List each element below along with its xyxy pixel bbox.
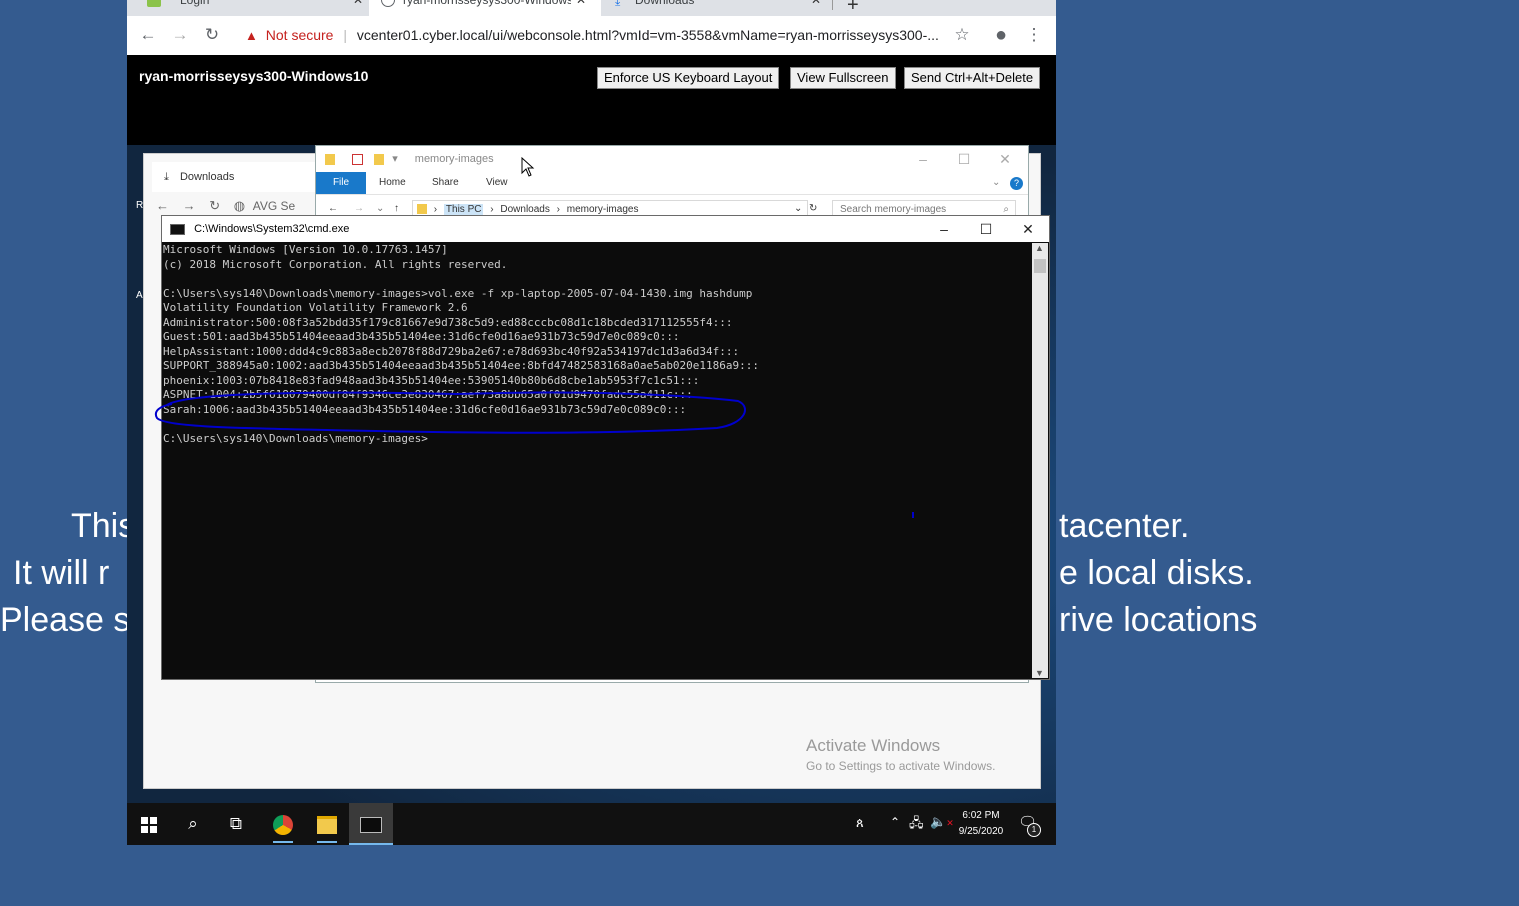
close-icon[interactable]: ✕ [353, 0, 363, 9]
cmd-icon[interactable] [349, 803, 393, 845]
windows-taskbar: ⌕ ⧉ ጰ ⌃ 🖧 🔈✕ 6:02 PM 9/25/2020 🗨 1 [127, 803, 1056, 845]
address-bar[interactable]: ▲ Not secure | vcenter01.cyber.local/ui/… [238, 22, 949, 49]
address-divider: | [343, 27, 347, 43]
file-explorer-icon[interactable] [305, 803, 349, 845]
console-header: ryan-morrisseysys300-Windows10 Enforce U… [127, 55, 1056, 145]
people-icon[interactable]: ጰ [856, 815, 864, 831]
close-icon[interactable]: ✕ [811, 0, 821, 9]
tab-login[interactable]: Login ✕ [135, 0, 375, 16]
reload-button[interactable]: ↻ [200, 23, 224, 47]
tab-separator [832, 0, 833, 10]
hand-drawn-circle-annotation [154, 391, 914, 518]
view-fullscreen-button[interactable]: View Fullscreen [790, 67, 896, 89]
bookmark-star-icon[interactable]: ☆ [950, 23, 974, 47]
warning-icon: ▲ [245, 28, 258, 43]
bg-line-1-right: tacenter. [1059, 507, 1190, 545]
background-text-left: This It will r Please s [0, 503, 136, 644]
bg-line-3-left: Please s [0, 601, 131, 639]
clock-date: 9/25/2020 [958, 826, 1004, 837]
clock-time: 6:02 PM [962, 810, 1000, 821]
vm-name-title: ryan-morrisseysys300-Windows10 [139, 68, 369, 84]
close-icon[interactable]: ✕ [576, 0, 586, 9]
network-icon[interactable]: 🖧 [909, 814, 924, 836]
bg-line-2-right: e local disks. [1059, 554, 1254, 592]
bg-line-1-left: This [71, 507, 136, 545]
windows-start-icon[interactable] [127, 803, 171, 845]
back-button[interactable]: ← [136, 23, 160, 47]
mouse-cursor-icon [521, 157, 535, 177]
browser-tab-strip: Login ✕ ryan-morrisseysys300-Windows ✕ ⤓… [127, 0, 1056, 16]
forward-button[interactable]: → [168, 23, 192, 47]
search-icon[interactable]: ⌕ [171, 803, 215, 845]
tray-chevron-icon[interactable]: ⌃ [890, 815, 900, 829]
bg-line-3-right: rive locations [1059, 601, 1258, 639]
annotation-ellipse-path [154, 391, 746, 434]
bg-line-2-left: It will r [13, 554, 110, 592]
remote-desktop[interactable]: ⤓ Downloads ← → ↻ ◍ AVG Se R A Activate … [127, 145, 1056, 803]
chrome-icon[interactable] [261, 803, 305, 845]
download-icon: ⤓ [615, 0, 621, 8]
enforce-keyboard-button[interactable]: Enforce US Keyboard Layout [597, 67, 780, 89]
not-secure-label[interactable]: Not secure [266, 27, 334, 43]
url-text[interactable]: vcenter01.cyber.local/ui/webconsole.html… [357, 27, 939, 43]
notification-count-badge: 1 [1027, 823, 1041, 837]
background-text-right: tacenter. e local disks. rive locations [1059, 503, 1257, 644]
vpn-icon [147, 0, 161, 7]
tab-vm-console[interactable]: ryan-morrisseysys300-Windows ✕ [369, 0, 601, 16]
browser-window: Login ✕ ryan-morrisseysys300-Windows ✕ ⤓… [127, 0, 1056, 845]
tab-vm-console-label: ryan-morrisseysys300-Windows [403, 0, 571, 7]
taskbar-clock[interactable]: 6:02 PM 9/25/2020 [949, 808, 1013, 840]
tab-downloads[interactable]: ⤓ Downloads ✕ [603, 0, 833, 16]
tab-login-label: Login [180, 0, 210, 7]
new-tab-button[interactable]: + [847, 0, 859, 16]
task-view-icon[interactable]: ⧉ [214, 803, 258, 845]
tab-downloads-label: Downloads [635, 0, 695, 7]
account-icon[interactable]: ● [989, 23, 1013, 47]
send-ctrl-alt-delete-button[interactable]: Send Ctrl+Alt+Delete [904, 67, 1041, 89]
chrome-menu-icon[interactable]: ⋮ [1022, 23, 1046, 47]
globe-icon [381, 0, 395, 7]
browser-toolbar: ← → ↻ ▲ Not secure | vcenter01.cyber.loc… [127, 16, 1056, 56]
